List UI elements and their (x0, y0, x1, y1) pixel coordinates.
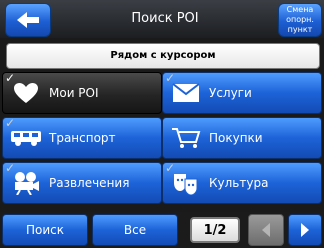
category-shopping[interactable]: Покупки (162, 117, 322, 159)
shopping-cart-icon (163, 127, 209, 149)
category-label: Развлечения (49, 176, 130, 190)
category-my-poi[interactable]: ✓ Мои POI (2, 71, 162, 114)
check-icon: ✓ (5, 71, 16, 85)
back-button[interactable] (5, 3, 51, 37)
chevron-left-icon (262, 223, 270, 237)
page-indicator: 1/2 (190, 217, 240, 243)
mode-button-line2: опорн. пункт (286, 15, 314, 34)
category-label: Услуги (209, 86, 252, 100)
heart-icon (3, 82, 49, 104)
category-entertainment[interactable]: ✓ Развлечения (2, 161, 162, 204)
category-services[interactable]: ✓ Услуги (162, 71, 322, 114)
search-button[interactable]: Поиск (2, 214, 88, 246)
change-reference-point-button[interactable]: Смена опорн. пункт (278, 3, 322, 37)
page-title: Поиск POI (131, 11, 199, 26)
category-label: Мои POI (49, 86, 99, 100)
check-icon: ✓ (165, 71, 176, 85)
chevron-right-icon (301, 223, 309, 237)
bottom-toolbar: Поиск Все 1/2 (0, 212, 324, 248)
back-arrow-icon (17, 12, 39, 28)
mode-button-line1: Смена (286, 5, 314, 14)
category-culture[interactable]: ✓ Культура (162, 161, 322, 204)
check-icon: ✓ (165, 161, 176, 175)
all-button[interactable]: Все (92, 214, 178, 246)
category-label: Транспорт (49, 131, 116, 145)
category-transport[interactable]: ✓ Транспорт (2, 116, 162, 159)
top-bar: Поиск POI Смена опорн. пункт (0, 0, 324, 38)
category-label: Покупки (209, 131, 263, 145)
prev-page-button[interactable] (248, 214, 284, 246)
next-page-button[interactable] (288, 214, 322, 246)
check-icon: ✓ (5, 116, 16, 130)
search-reference-selector[interactable]: Рядом с курсором (6, 43, 320, 69)
bus-icon (3, 129, 49, 147)
check-icon: ✓ (5, 161, 16, 175)
category-label: Культура (209, 176, 269, 190)
envelope-icon (163, 83, 209, 103)
